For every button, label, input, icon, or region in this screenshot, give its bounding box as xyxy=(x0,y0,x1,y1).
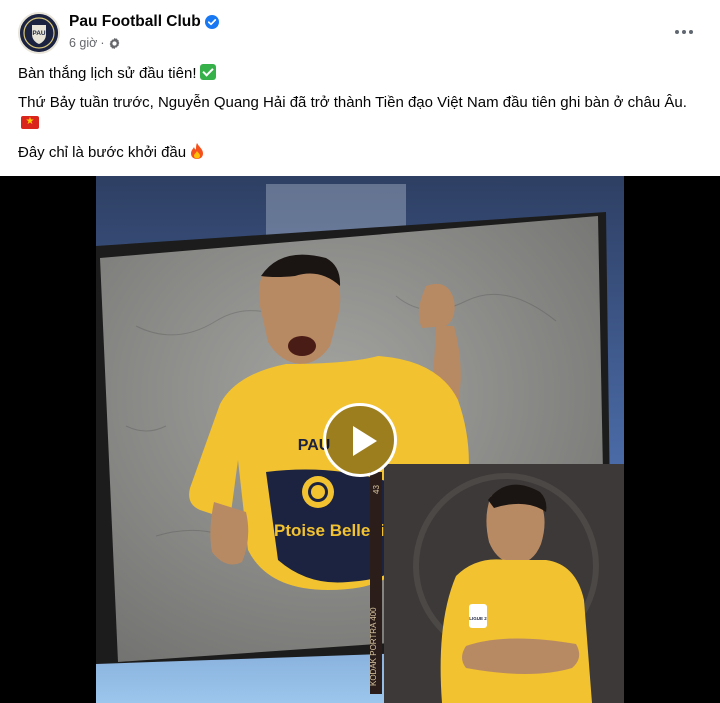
film-strip-text: KODAK PORTRA 400 xyxy=(369,607,378,686)
post-text-line-1-content: Bàn thắng lịch sử đầu tiên! xyxy=(18,65,197,82)
more-dot xyxy=(675,30,679,34)
check-mark-emoji-icon xyxy=(199,64,216,80)
verified-badge-icon xyxy=(205,15,219,29)
post-timestamp[interactable]: 6 giờ xyxy=(69,36,97,50)
globe-icon[interactable] xyxy=(108,37,121,50)
crest-text: PAU xyxy=(32,30,46,37)
fire-emoji-icon xyxy=(191,143,204,159)
meta-separator: · xyxy=(100,36,105,50)
post-text-line-3: Đây chỉ là bước khởi đầu xyxy=(18,142,698,163)
club-crest-icon: PAU xyxy=(20,14,58,52)
more-options-button[interactable] xyxy=(668,16,700,48)
play-button[interactable] xyxy=(323,403,397,477)
film-strip-number: 43 xyxy=(372,485,381,494)
more-dot xyxy=(682,30,686,34)
post-text-line-1: Bàn thắng lịch sử đầu tiên! xyxy=(18,63,698,84)
facebook-post: PAU Pau Football Club 6 giờ · Bàn thắng … xyxy=(0,0,720,703)
vietnam-flag-emoji-icon xyxy=(21,114,39,130)
page-avatar[interactable]: PAU xyxy=(18,12,60,54)
post-video[interactable]: Ptoise Bellevie PAU KODAK PORTRA 400 43 … xyxy=(0,176,720,703)
post-header: PAU Pau Football Club 6 giờ · xyxy=(0,0,720,60)
post-text-line-3-content: Đây chỉ là bước khởi đầu xyxy=(18,144,187,161)
post-text: Bàn thắng lịch sử đầu tiên! Thứ Bảy tuần… xyxy=(18,63,698,173)
post-text-line-2-content: Thứ Bảy tuần trước, Nguyễn Quang Hải đã … xyxy=(18,94,687,111)
post-meta: 6 giờ · xyxy=(69,36,121,50)
page-name-link[interactable]: Pau Football Club xyxy=(69,13,201,31)
league-badge-text: LIGUE 2 xyxy=(469,616,487,621)
more-dot xyxy=(689,30,693,34)
post-text-line-2: Thứ Bảy tuần trước, Nguyễn Quang Hải đã … xyxy=(18,92,698,134)
